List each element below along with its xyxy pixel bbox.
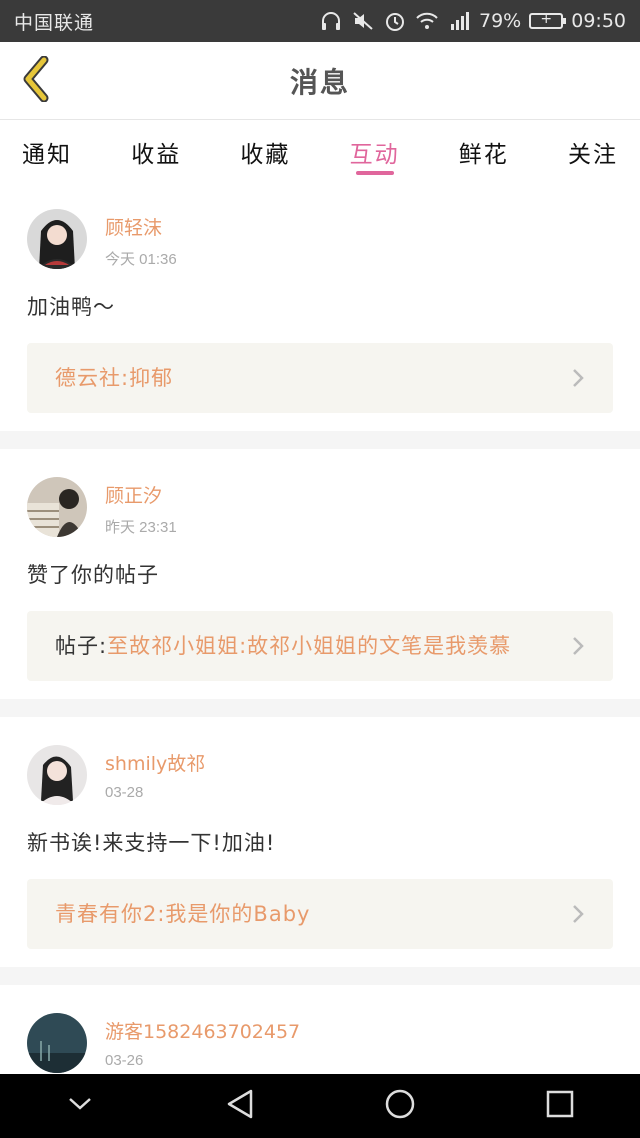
chevron-right-icon bbox=[565, 367, 585, 389]
page-title: 消息 bbox=[289, 65, 350, 99]
referenced-title: 德云社:抑郁 bbox=[55, 366, 174, 390]
feed-item: 顾正汐 昨天 23:31 赞了你的帖子 帖子:至故祁小姐姐:故祁小姐姐的文笔是我… bbox=[0, 449, 640, 699]
status-time: 09:50 bbox=[571, 10, 626, 32]
tab-earnings[interactable]: 收益 bbox=[131, 121, 181, 181]
feed-item: 游客1582463702457 03-26 bbox=[0, 985, 640, 1074]
home-circle-icon bbox=[384, 1088, 416, 1124]
interaction-feed[interactable]: 顾轻沫 今天 01:36 加油鸭～ 德云社:抑郁 顾正汐 昨天 23:31 赞了… bbox=[0, 181, 640, 1074]
avatar[interactable] bbox=[27, 1013, 87, 1073]
feed-item-header: 游客1582463702457 03-26 bbox=[27, 1013, 613, 1073]
tab-bar: 通知 收益 收藏 互动 鲜花 关注 bbox=[0, 121, 640, 181]
feed-item: shmily故祁 03-28 新书诶!来支持一下!加油! 青春有你2:我是你的B… bbox=[0, 717, 640, 967]
referenced-content-link[interactable]: 青春有你2:我是你的Baby bbox=[27, 879, 613, 949]
tab-label: 关注 bbox=[567, 142, 618, 168]
carrier-label: 中国联通 bbox=[14, 11, 95, 34]
timestamp: 03-28 bbox=[105, 784, 144, 801]
status-bar: 中国联通 79% + 09:50 bbox=[0, 0, 640, 42]
referenced-title: 至故祁小姐姐:故祁小姐姐的文笔是我羡慕 bbox=[107, 634, 512, 658]
nav-home-button[interactable] bbox=[370, 1076, 430, 1136]
signal-icon bbox=[447, 9, 471, 33]
tab-label: 鲜花 bbox=[458, 142, 509, 168]
headphones-icon bbox=[319, 9, 343, 33]
timestamp: 昨天 23:31 bbox=[105, 519, 177, 536]
back-button[interactable] bbox=[14, 55, 58, 106]
tab-interactions[interactable]: 互动 bbox=[350, 121, 400, 181]
feed-item-header: shmily故祁 03-28 bbox=[27, 745, 613, 805]
tab-label: 互动 bbox=[349, 142, 400, 168]
referenced-type-prefix: 帖子: bbox=[55, 634, 108, 658]
chevron-down-icon bbox=[67, 1096, 93, 1116]
comment-text: 赞了你的帖子 bbox=[27, 563, 159, 587]
referenced-title: 青春有你2:我是你的Baby bbox=[55, 902, 311, 926]
avatar[interactable] bbox=[27, 209, 87, 269]
system-nav-bar bbox=[0, 1074, 640, 1138]
feed-item: 顾轻沫 今天 01:36 加油鸭～ 德云社:抑郁 bbox=[0, 181, 640, 431]
avatar[interactable] bbox=[27, 477, 87, 537]
username-link[interactable]: 顾正汐 bbox=[105, 481, 177, 508]
feed-item-header: 顾正汐 昨天 23:31 bbox=[27, 477, 613, 537]
battery-charging-icon: + bbox=[529, 11, 567, 29]
battery-percent: 79% bbox=[479, 10, 522, 32]
username-link[interactable]: 顾轻沫 bbox=[105, 213, 177, 240]
referenced-content-link[interactable]: 德云社:抑郁 bbox=[27, 343, 613, 413]
back-triangle-icon bbox=[225, 1088, 255, 1124]
tab-flowers[interactable]: 鲜花 bbox=[459, 121, 509, 181]
tab-label: 通知 bbox=[22, 142, 72, 168]
username-link[interactable]: 游客1582463702457 bbox=[105, 1017, 300, 1044]
username-link[interactable]: shmily故祁 bbox=[105, 749, 205, 776]
timestamp: 今天 01:36 bbox=[105, 251, 177, 268]
tab-favorites[interactable]: 收藏 bbox=[240, 121, 290, 181]
active-tab-indicator bbox=[355, 171, 394, 175]
tab-label: 收藏 bbox=[240, 142, 291, 168]
feed-item-header: 顾轻沫 今天 01:36 bbox=[27, 209, 613, 269]
referenced-content-link[interactable]: 帖子:至故祁小姐姐:故祁小姐姐的文笔是我羡慕 bbox=[27, 611, 613, 681]
mute-icon bbox=[351, 9, 375, 33]
alarm-icon bbox=[383, 9, 407, 33]
tab-notifications[interactable]: 通知 bbox=[22, 121, 72, 181]
timestamp: 03-26 bbox=[105, 1052, 144, 1069]
app-header: 消息 bbox=[0, 42, 640, 120]
nav-recents-button[interactable] bbox=[530, 1076, 590, 1136]
chevron-right-icon bbox=[565, 635, 585, 657]
chevron-left-icon bbox=[20, 55, 52, 106]
comment-text: 新书诶!来支持一下!加油! bbox=[27, 831, 276, 855]
tab-following[interactable]: 关注 bbox=[568, 121, 618, 181]
comment-text: 加油鸭～ bbox=[27, 295, 115, 319]
avatar[interactable] bbox=[27, 745, 87, 805]
chevron-right-icon bbox=[565, 903, 585, 925]
wifi-icon bbox=[415, 9, 439, 33]
tab-label: 收益 bbox=[131, 142, 182, 168]
hide-nav-button[interactable] bbox=[50, 1076, 110, 1136]
nav-back-button[interactable] bbox=[210, 1076, 270, 1136]
status-icons: 79% + 09:50 bbox=[319, 9, 626, 33]
recents-square-icon bbox=[545, 1089, 575, 1123]
